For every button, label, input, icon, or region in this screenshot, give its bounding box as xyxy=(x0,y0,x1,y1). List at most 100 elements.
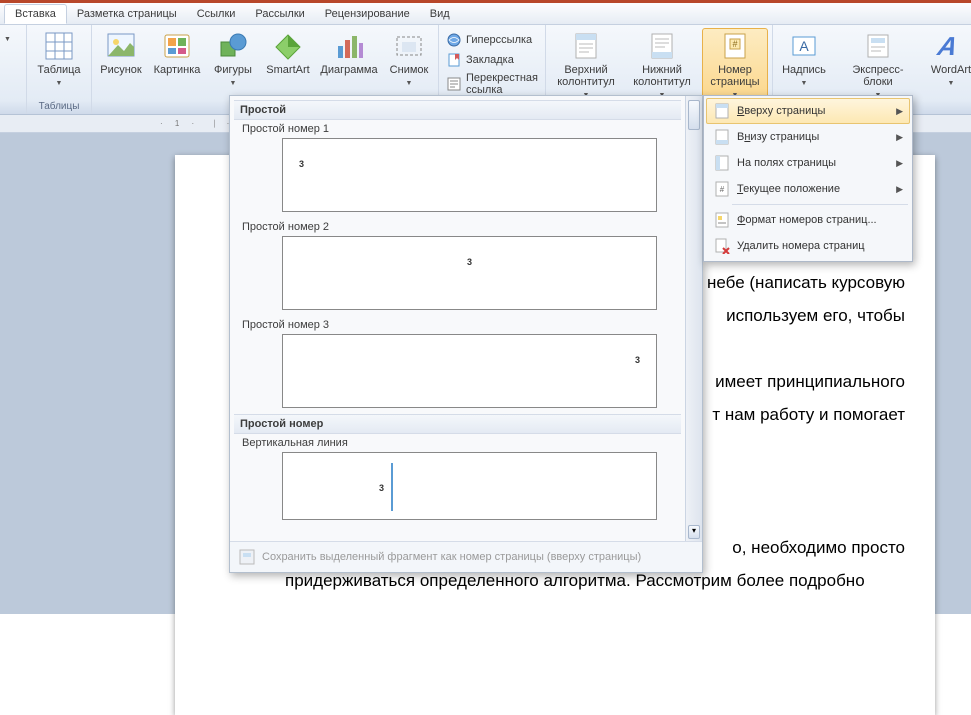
menu-item-bottom-of-page[interactable]: Внизу страницы ▶ xyxy=(706,124,910,150)
group-tables: Таблица▼ Таблицы xyxy=(27,25,92,114)
crossref-label: Перекрестная ссылка xyxy=(466,72,538,96)
picture-button[interactable]: Рисунок xyxy=(96,28,146,78)
gallery-item-label: Простой номер 3 xyxy=(234,316,681,332)
shapes-icon xyxy=(217,30,249,62)
gallery-item-label: Простой номер 2 xyxy=(234,218,681,234)
screenshot-icon xyxy=(393,30,425,62)
group-partial-left: ▼ xyxy=(0,25,27,114)
crossref-button[interactable]: Перекрестная ссылка xyxy=(443,71,541,97)
bookmark-label: Закладка xyxy=(466,54,514,66)
picture-label: Рисунок xyxy=(100,64,142,76)
svg-text:#: # xyxy=(732,39,737,49)
scrollbar-thumb[interactable] xyxy=(688,100,700,130)
page-number-label: Номер страницы xyxy=(710,64,759,88)
quickparts-icon xyxy=(862,30,894,62)
remove-icon xyxy=(713,238,731,254)
submenu-arrow-icon: ▶ xyxy=(896,184,903,195)
smartart-icon xyxy=(272,30,304,62)
quickparts-label: Экспресс-блоки xyxy=(852,64,903,88)
clipart-button[interactable]: Картинка xyxy=(150,28,204,78)
gallery-item-vertical-line[interactable]: 3 xyxy=(282,452,657,520)
header-label: Верхний колонтитул xyxy=(557,64,615,88)
table-label: Таблица xyxy=(37,64,80,76)
format-icon xyxy=(713,212,731,228)
gallery-scrollbar[interactable]: ▾ xyxy=(685,96,702,541)
tab-page-layout[interactable]: Разметка страницы xyxy=(67,5,187,23)
bookmark-button[interactable]: Закладка xyxy=(443,51,517,69)
submenu-arrow-icon: ▶ xyxy=(896,132,903,143)
table-button[interactable]: Таблица▼ xyxy=(31,28,87,92)
wordart-label: WordArt xyxy=(931,64,971,76)
table-icon xyxy=(43,30,75,62)
menu-item-top-of-page[interactable]: Вверху страницы ▶ xyxy=(706,98,910,124)
svg-text:A: A xyxy=(799,38,809,54)
crossref-icon xyxy=(446,76,462,92)
gallery-item-simple-1[interactable]: 3 xyxy=(282,138,657,212)
gallery-group-simple-number: Простой номер xyxy=(234,414,681,434)
submenu-arrow-icon: ▶ xyxy=(896,158,903,169)
hyperlink-button[interactable]: Гиперссылка xyxy=(443,31,535,49)
tab-review[interactable]: Рецензирование xyxy=(315,5,420,23)
header-icon xyxy=(570,30,602,62)
gallery-group-simple: Простой xyxy=(234,100,681,120)
shapes-label: Фигуры xyxy=(214,64,252,76)
quickparts-button[interactable]: Экспресс-блоки▼ xyxy=(835,28,921,104)
wordart-button[interactable]: A WordArt▼ xyxy=(925,28,971,92)
smartart-button[interactable]: SmartArt xyxy=(262,28,314,78)
shapes-button[interactable]: Фигуры▼ xyxy=(208,28,258,92)
textbox-icon: A xyxy=(788,30,820,62)
wordart-icon: A xyxy=(935,30,967,62)
header-button[interactable]: Верхний колонтитул ▼ xyxy=(550,28,622,104)
textbox-button[interactable]: A Надпись▼ xyxy=(777,28,831,92)
gallery-item-simple-3[interactable]: 3 xyxy=(282,334,657,408)
menu-label: изу страницы xyxy=(750,131,819,143)
smartart-label: SmartArt xyxy=(266,64,309,76)
screenshot-button[interactable]: Снимок▼ xyxy=(384,28,434,92)
tab-view[interactable]: Вид xyxy=(420,5,460,23)
save-selection-icon xyxy=(238,548,256,566)
menu-item-format-page-numbers[interactable]: Формат номеров страниц... xyxy=(706,207,910,233)
menu-label: На полях страницы xyxy=(737,157,836,169)
sample-number: 3 xyxy=(635,355,640,365)
sample-number: 3 xyxy=(379,483,384,493)
menu-label: Удалить номера страниц xyxy=(737,240,865,252)
hyperlink-label: Гиперссылка xyxy=(466,34,532,46)
footer-button[interactable]: Нижний колонтитул ▼ xyxy=(626,28,698,104)
tab-references[interactable]: Ссылки xyxy=(187,5,246,23)
textbox-label: Надпись xyxy=(782,64,826,76)
menu-label: верху страницы xyxy=(744,105,825,117)
gallery-item-simple-2[interactable]: 3 xyxy=(282,236,657,310)
chart-button[interactable]: Диаграмма xyxy=(318,28,380,78)
gallery-save-selection[interactable]: Сохранить выделенный фрагмент как номер … xyxy=(230,541,702,572)
tab-insert[interactable]: Вставка xyxy=(4,4,67,24)
page-number-button[interactable]: # Номер страницы ▼ xyxy=(702,28,768,104)
footer-icon xyxy=(646,30,678,62)
bookmark-icon xyxy=(446,52,462,68)
gallery-footer-label: Сохранить выделенный фрагмент как номер … xyxy=(262,551,641,563)
svg-text:#: # xyxy=(720,185,725,194)
menu-separator xyxy=(732,204,908,205)
current-position-icon: # xyxy=(713,181,731,197)
menu-label: екущее положение xyxy=(743,183,840,195)
tab-mailings[interactable]: Рассылки xyxy=(245,5,314,23)
page-margin-icon xyxy=(713,155,731,171)
chevron-down-icon[interactable]: ▼ xyxy=(4,36,11,43)
page-number-menu: Вверху страницы ▶ Внизу страницы ▶ На по… xyxy=(703,95,913,262)
clipart-icon xyxy=(161,30,193,62)
screenshot-label: Снимок xyxy=(390,64,429,76)
group-tables-label: Таблицы xyxy=(31,100,87,114)
submenu-arrow-icon: ▶ xyxy=(896,106,903,117)
chart-icon xyxy=(333,30,365,62)
scrollbar-down-icon[interactable]: ▾ xyxy=(688,525,700,539)
menu-item-page-margins[interactable]: На полях страницы ▶ xyxy=(706,150,910,176)
picture-icon xyxy=(105,30,137,62)
clipart-label: Картинка xyxy=(154,64,201,76)
menu-item-remove-page-numbers[interactable]: Удалить номера страниц xyxy=(706,233,910,259)
footer-label: Нижний колонтитул xyxy=(633,64,691,88)
page-top-icon xyxy=(713,103,731,119)
menu-item-current-position[interactable]: # Текущее положение ▶ xyxy=(706,176,910,202)
page-bottom-icon xyxy=(713,129,731,145)
svg-text:A: A xyxy=(935,31,960,61)
gallery-item-label: Простой номер 1 xyxy=(234,120,681,136)
sample-number: 3 xyxy=(299,159,304,169)
